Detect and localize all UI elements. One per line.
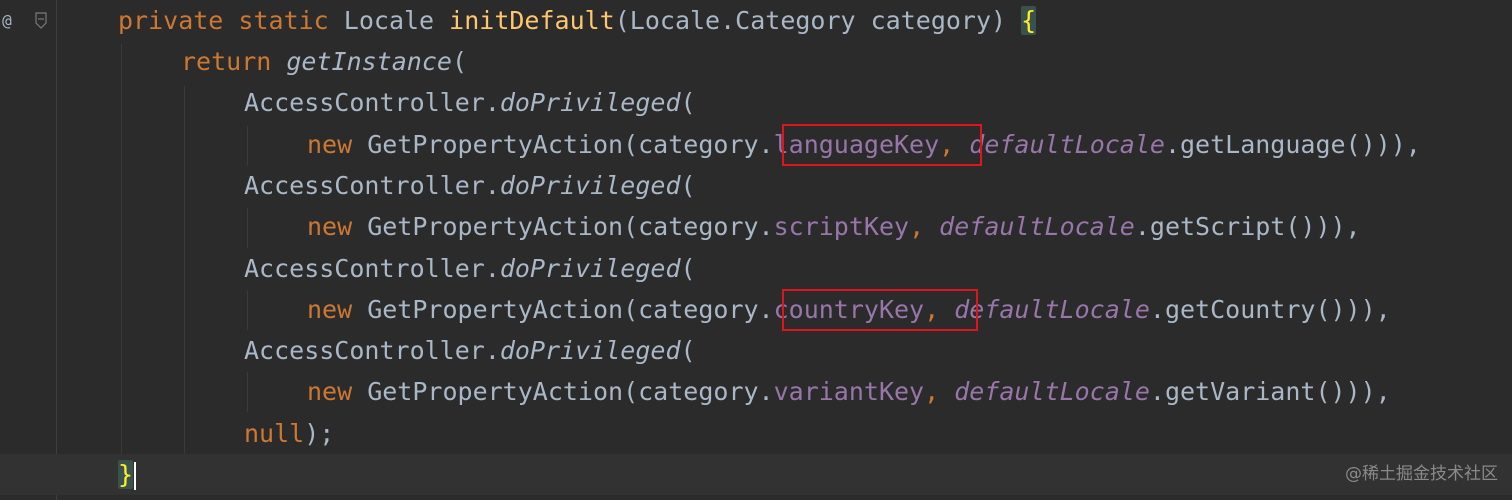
method-call: .getLanguage())), [1164, 130, 1421, 159]
code-line: AccessController.doPrivileged( [244, 248, 696, 289]
method-call: doPrivileged [499, 88, 681, 117]
method-call: doPrivileged [499, 336, 681, 365]
paren: ( [680, 254, 696, 283]
keyword-null: null [244, 419, 305, 448]
watermark: @稀土掘金技术社区 [1345, 464, 1498, 484]
paren: ( [680, 171, 696, 200]
keyword-static: static [238, 6, 329, 35]
code-line: AccessController.doPrivileged( [244, 82, 696, 123]
method-name: initDefault [449, 6, 615, 35]
close-paren: ); [304, 419, 335, 448]
method-params: (Locale.Category category) [614, 6, 1022, 35]
code-line: new GetPropertyAction(category.scriptKey… [307, 206, 1361, 247]
open-brace: { [1021, 6, 1037, 35]
static-field-ref: defaultLocale [939, 212, 1135, 241]
method-call: .getCountry())), [1149, 295, 1391, 324]
keyword-new: new [307, 130, 353, 159]
class-ref: AccessController. [244, 336, 500, 365]
code-line: new GetPropertyAction(category.variantKe… [307, 371, 1391, 412]
code-line: AccessController.doPrivileged( [244, 165, 696, 206]
class-ref: AccessController. [244, 254, 500, 283]
constructor-call: GetPropertyAction(category. [352, 130, 774, 159]
code-editor[interactable]: @ private static Locale initDefault(Loca… [0, 0, 1512, 500]
comma: , [924, 377, 955, 406]
paren: ( [680, 88, 696, 117]
constructor-call: GetPropertyAction(category. [352, 377, 774, 406]
method-call: .getScript())), [1134, 212, 1361, 241]
keyword-private: private [118, 6, 224, 35]
close-brace: } [118, 460, 134, 489]
field-ref: variantKey [773, 377, 925, 406]
class-ref: AccessController. [244, 88, 500, 117]
static-field-ref: defaultLocale [969, 130, 1165, 159]
comma: , [909, 212, 940, 241]
method-call: .getVariant())), [1149, 377, 1391, 406]
method-call: doPrivileged [499, 171, 681, 200]
return-type: Locale [343, 6, 435, 35]
text-caret [134, 462, 137, 490]
keyword-return: return [181, 47, 272, 76]
code-line: private static Locale initDefault(Locale… [118, 0, 1037, 41]
code-line: AccessController.doPrivileged( [244, 330, 696, 371]
method-call: doPrivileged [499, 254, 681, 283]
static-field-ref: defaultLocale [954, 295, 1150, 324]
keyword-new: new [307, 377, 353, 406]
keyword-new: new [307, 212, 353, 241]
highlight-box-languagekey [782, 124, 982, 166]
current-line[interactable]: } [0, 454, 1512, 495]
keyword-new: new [307, 295, 353, 324]
method-call: getInstance [286, 47, 452, 76]
paren: ( [451, 47, 468, 76]
field-ref: scriptKey [773, 212, 910, 241]
code-line: null); [244, 413, 334, 454]
highlight-box-countrykey [782, 289, 978, 331]
constructor-call: GetPropertyAction(category. [352, 212, 774, 241]
paren: ( [680, 336, 696, 365]
static-field-ref: defaultLocale [954, 377, 1150, 406]
code-line: return getInstance( [181, 41, 467, 82]
class-ref: AccessController. [244, 171, 500, 200]
code-area[interactable]: private static Locale initDefault(Locale… [0, 0, 1512, 500]
constructor-call: GetPropertyAction(category. [352, 295, 774, 324]
